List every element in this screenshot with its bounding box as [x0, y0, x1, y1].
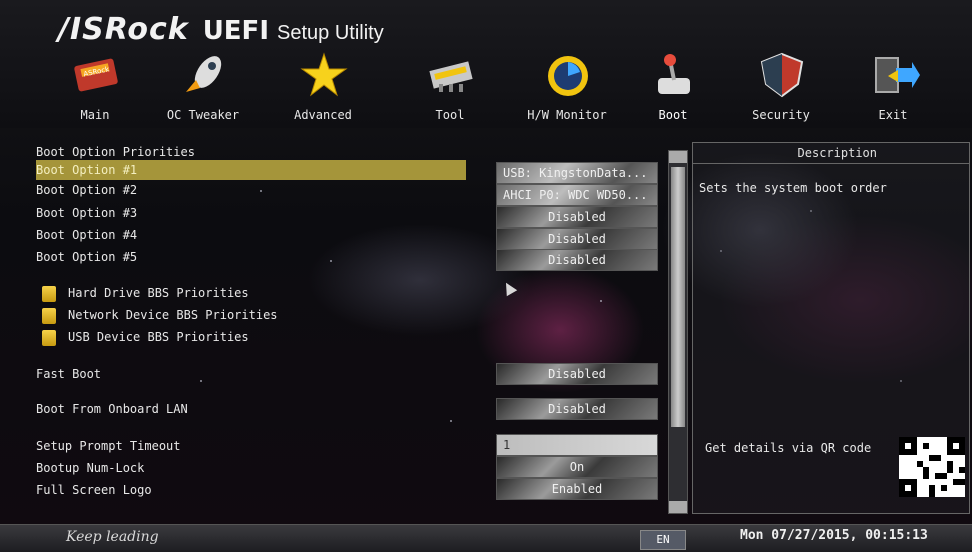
header: /ISRock UEFI Setup Utility ASRock Main O… [0, 0, 972, 128]
main-icon: ASRock [74, 58, 118, 92]
usb-device-bbs-item[interactable]: USB Device BBS Priorities [36, 327, 249, 347]
qr-label: Get details via QR code [705, 441, 872, 455]
hard-drive-bbs-label: Hard Drive BBS Priorities [68, 286, 249, 300]
scroll-down-arrow-icon[interactable] [669, 501, 687, 513]
fast-boot-value[interactable]: Disabled [496, 363, 658, 385]
scroll-thumb[interactable] [671, 167, 685, 427]
tab-main[interactable]: ASRock Main [40, 50, 150, 126]
tab-label: Exit [878, 108, 908, 122]
full-screen-logo-value[interactable]: Enabled [496, 478, 658, 500]
tab-exit[interactable]: Exit [838, 50, 948, 126]
setup-prompt-timeout[interactable]: Setup Prompt Timeout [36, 436, 181, 456]
tab-label: OC Tweaker [166, 108, 240, 122]
tab-label: Boot [658, 108, 688, 122]
boot-option-5[interactable]: Boot Option #5 [36, 247, 137, 267]
tab-label: Advanced [294, 108, 352, 122]
tab-label: H/W Monitor [527, 108, 607, 122]
boot-option-2-value[interactable]: AHCI P0: WDC WD50... [496, 184, 658, 206]
tab-label: Tool [435, 108, 465, 122]
shield-icon [760, 52, 804, 98]
boot-option-4-value[interactable]: Disabled [496, 228, 658, 250]
datetime: Mon 07/27/2015, 00:15:13 [740, 528, 928, 543]
boot-settings-panel: Boot Option Priorities Boot Option #1 US… [36, 140, 666, 520]
scrollbar[interactable] [668, 150, 688, 514]
setup-prompt-timeout-input[interactable]: 1 [496, 434, 658, 456]
tab-bar: ASRock Main OC Tweaker Advanced Tool H/W… [40, 50, 960, 126]
boot-option-2[interactable]: Boot Option #2 [36, 180, 137, 200]
boot-from-onboard-lan[interactable]: Boot From Onboard LAN [36, 399, 188, 419]
boot-option-3[interactable]: Boot Option #3 [36, 203, 137, 223]
footer-bar: Keep leading EN Mon 07/27/2015, 00:15:13 [0, 524, 972, 552]
qr-code-icon[interactable] [899, 437, 965, 497]
star-icon [300, 52, 348, 97]
folder-icon [42, 285, 56, 302]
hard-drive-bbs-item[interactable]: Hard Drive BBS Priorities [36, 283, 249, 303]
bootup-num-lock[interactable]: Bootup Num-Lock [36, 458, 144, 478]
joystick-icon [658, 54, 690, 94]
tab-oc-tweaker[interactable]: OC Tweaker [148, 50, 258, 126]
tab-advanced[interactable]: Advanced [268, 50, 378, 126]
motto: Keep leading [66, 529, 159, 545]
boot-option-5-value[interactable]: Disabled [496, 249, 658, 271]
network-device-bbs-label: Network Device BBS Priorities [68, 308, 278, 322]
tab-security[interactable]: Security [726, 50, 836, 126]
folder-icon [42, 307, 56, 324]
bios-screen: /ISRock UEFI Setup Utility ASRock Main O… [0, 0, 972, 552]
tool-icon [429, 61, 473, 92]
exit-icon [875, 57, 920, 93]
monitor-icon [548, 56, 588, 96]
fast-boot[interactable]: Fast Boot [36, 364, 101, 384]
tab-tool[interactable]: Tool [395, 50, 505, 126]
usb-device-bbs-label: USB Device BBS Priorities [68, 330, 249, 344]
uefi-label: UEFI [202, 16, 269, 46]
full-screen-logo[interactable]: Full Screen Logo [36, 480, 152, 500]
tab-boot[interactable]: Boot [618, 50, 728, 126]
boot-from-onboard-lan-value[interactable]: Disabled [496, 398, 658, 420]
rocket-icon [186, 56, 222, 92]
section-title: Boot Option Priorities [36, 145, 195, 159]
tab-label: Security [752, 108, 810, 122]
boot-option-1-value[interactable]: USB: KingstonData... [496, 162, 658, 184]
boot-option-3-value[interactable]: Disabled [496, 206, 658, 228]
description-title: Description [693, 143, 969, 164]
folder-icon [42, 329, 56, 346]
language-button[interactable]: EN [640, 530, 686, 550]
brand: /ISRock UEFI Setup Utility [58, 12, 384, 48]
setup-utility-label: Setup Utility [277, 22, 384, 44]
scroll-up-arrow-icon[interactable] [669, 151, 687, 163]
asrock-logo: /ISRock [58, 12, 189, 47]
description-text: Sets the system boot order [699, 181, 887, 195]
description-panel: Description Sets the system boot order G… [692, 142, 970, 514]
boot-option-1[interactable]: Boot Option #1 [36, 160, 466, 180]
bootup-num-lock-value[interactable]: On [496, 456, 658, 478]
tab-label: Main [80, 108, 110, 122]
network-device-bbs-item[interactable]: Network Device BBS Priorities [36, 305, 278, 325]
boot-option-4[interactable]: Boot Option #4 [36, 225, 137, 245]
tab-hw-monitor[interactable]: H/W Monitor [512, 50, 622, 126]
